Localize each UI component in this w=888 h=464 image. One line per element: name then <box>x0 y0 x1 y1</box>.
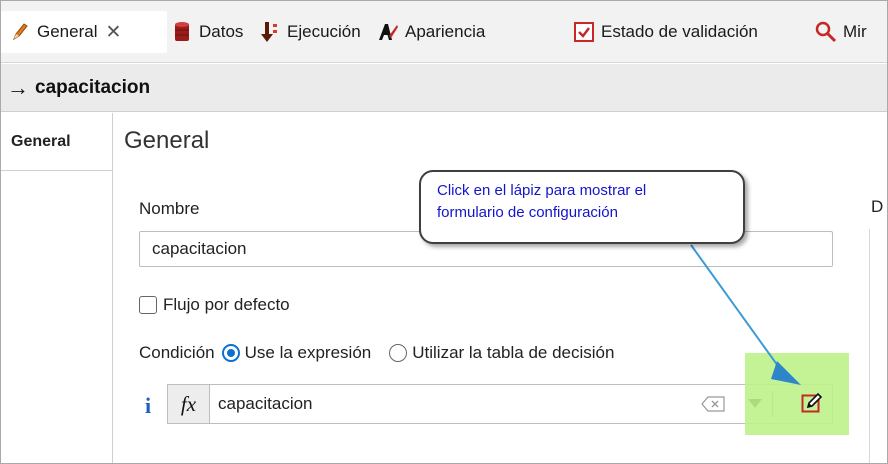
validation-check-icon <box>573 21 595 43</box>
database-icon <box>171 21 193 43</box>
app-window: General ✕ Datos Ejecución Apariencia Est… <box>0 0 888 464</box>
tab-mir[interactable]: Mir <box>815 11 867 53</box>
appearance-icon <box>377 21 399 43</box>
object-title-bar: → capacitacion <box>1 64 887 112</box>
name-label: Nombre <box>139 199 200 218</box>
tab-ejecucion[interactable]: Ejecución <box>259 11 361 53</box>
edit-button-highlight <box>745 353 849 435</box>
section-title: General <box>124 127 210 154</box>
right-panel-border <box>869 229 870 463</box>
default-flow-row: Flujo por defecto <box>139 295 290 315</box>
magnifier-icon <box>815 21 837 43</box>
tab-estado-validacion-label: Estado de validación <box>601 22 758 41</box>
radio-decision-table[interactable] <box>389 344 408 362</box>
tab-datos[interactable]: Datos <box>171 11 243 53</box>
right-panel-label: D <box>871 197 884 216</box>
edit-pencil-icon <box>801 392 823 419</box>
callout-line-1: Click en el lápiz para mostrar el <box>437 182 647 199</box>
right-arrow-icon: → <box>7 74 29 100</box>
side-tab-general-label: General <box>11 132 71 150</box>
callout-line-2: formulario de configuración <box>437 204 618 221</box>
tab-general-label: General <box>37 22 98 41</box>
object-title: capacitacion <box>35 76 151 98</box>
run-icon <box>259 21 281 43</box>
tab-apariencia[interactable]: Apariencia <box>377 11 485 53</box>
tab-general[interactable]: General ✕ <box>1 11 167 53</box>
side-tab-general[interactable]: General <box>1 113 113 171</box>
side-divider <box>112 171 113 463</box>
default-flow-checkbox[interactable] <box>139 296 157 314</box>
radio-use-expression-label: Use la expresión <box>244 343 372 362</box>
tab-estado-validacion[interactable]: Estado de validación <box>573 11 758 53</box>
clear-icon[interactable] <box>701 396 725 412</box>
condition-row: Condición Use la expresión Utilizar la t… <box>139 343 614 363</box>
tab-bar: General ✕ Datos Ejecución Apariencia Est… <box>1 1 887 63</box>
tab-mir-label: Mir <box>843 22 867 41</box>
default-flow-label: Flujo por defecto <box>163 295 290 314</box>
tab-datos-label: Datos <box>199 22 244 41</box>
name-input-value: capacitacion <box>152 239 247 258</box>
edit-pencil-button[interactable] <box>799 392 825 419</box>
radio-decision-table-label: Utilizar la tabla de decisión <box>412 343 615 362</box>
fx-icon[interactable]: fx <box>168 385 210 423</box>
callout-tooltip: Click en el lápiz para mostrar el formul… <box>419 170 745 244</box>
expression-field[interactable]: fx capacitacion <box>167 384 833 424</box>
pencil-icon <box>9 21 31 43</box>
info-icon[interactable]: i <box>145 393 151 419</box>
condition-label: Condición <box>139 343 215 362</box>
close-icon[interactable]: ✕ <box>105 21 121 44</box>
radio-use-expression[interactable] <box>221 344 240 362</box>
expression-value: capacitacion <box>218 394 313 413</box>
tab-ejecucion-label: Ejecución <box>287 22 361 41</box>
tab-apariencia-label: Apariencia <box>405 22 486 41</box>
